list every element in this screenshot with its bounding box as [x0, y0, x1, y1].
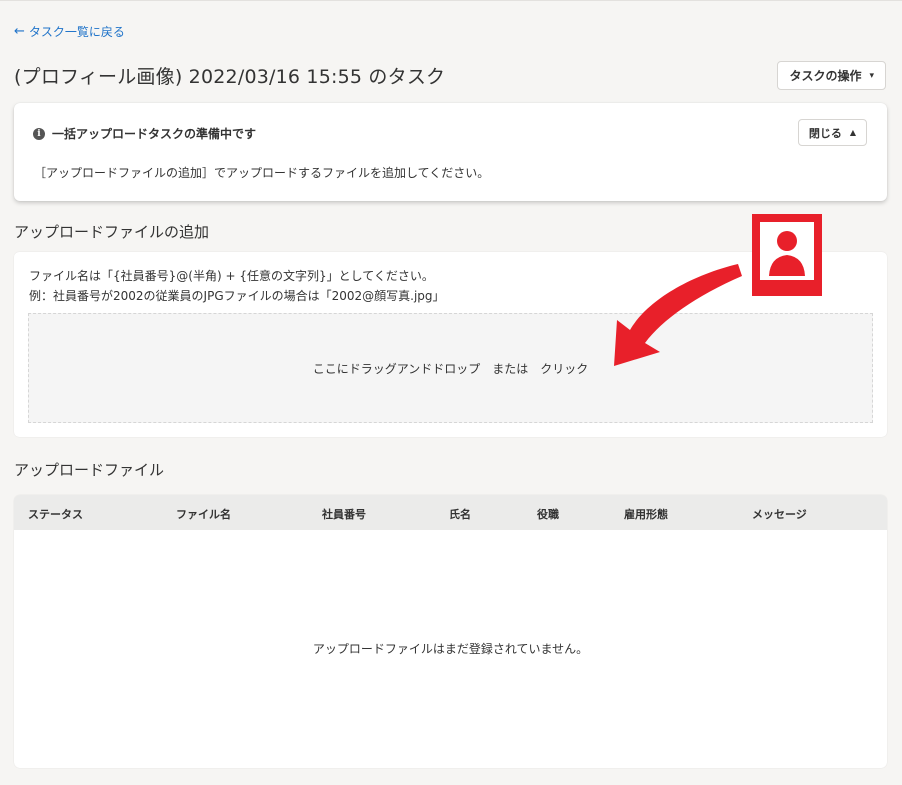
upload-card: ファイル名は「{社員番号}@(半角) + {任意の文字列}」としてください。 例…	[14, 252, 887, 437]
filename-example: 例：社員番号が2002の従業員のJPGファイルの場合は「2002@顔写真.jpg…	[29, 289, 445, 303]
close-label: 閉じる	[808, 126, 842, 140]
column-header-message: メッセージ	[752, 508, 807, 521]
column-header-employment-type: 雇用形態	[624, 508, 668, 521]
filename-hint: ファイル名は「{社員番号}@(半角) + {任意の文字列}」としてください。	[29, 269, 434, 283]
top-divider	[0, 0, 902, 1]
upload-files-table: ステータス ファイル名 社員番号 氏名 役職 雇用形態 メッセージ アップロード…	[14, 495, 887, 768]
caret-up-icon: ▲	[849, 128, 856, 137]
upload-files-heading: アップロードファイル	[14, 461, 165, 479]
file-dropzone[interactable]: ここにドラッグアンドドロップ または クリック	[28, 313, 873, 423]
arrow-left-icon: ←	[14, 24, 25, 39]
dropzone-label: ここにドラッグアンドドロップ または クリック	[312, 361, 589, 376]
table-header: ステータス ファイル名 社員番号 氏名 役職 雇用形態 メッセージ	[14, 495, 887, 530]
preparing-notice-card: i 一括アップロードタスクの準備中です 閉じる ▲ ［アップロードファイルの追加…	[14, 103, 887, 201]
column-header-status: ステータス	[28, 508, 83, 521]
column-header-filename: ファイル名	[176, 508, 231, 521]
column-header-employee-number: 社員番号	[322, 508, 366, 521]
notice-title: 一括アップロードタスクの準備中です	[52, 127, 257, 141]
task-operations-label: タスクの操作	[789, 69, 862, 83]
notice-header: i 一括アップロードタスクの準備中です	[33, 125, 256, 142]
notice-body: ［アップロードファイルの追加］でアップロードするファイルを追加してください。	[34, 166, 490, 180]
caret-down-icon: ▾	[869, 70, 874, 81]
add-upload-file-heading: アップロードファイルの追加	[14, 223, 210, 241]
back-to-task-list-link[interactable]: ← タスク一覧に戻る	[14, 23, 125, 40]
task-operations-button[interactable]: タスクの操作 ▾	[777, 61, 886, 90]
back-link-label: タスク一覧に戻る	[28, 25, 125, 39]
page-title: (プロフィール画像) 2022/03/16 15:55 のタスク	[14, 66, 446, 88]
close-notice-button[interactable]: 閉じる ▲	[797, 119, 867, 146]
column-header-name: 氏名	[449, 508, 471, 521]
column-header-position: 役職	[537, 508, 559, 521]
info-icon: i	[33, 127, 45, 140]
empty-table-message: アップロードファイルはまだ登録されていません。	[312, 642, 589, 656]
